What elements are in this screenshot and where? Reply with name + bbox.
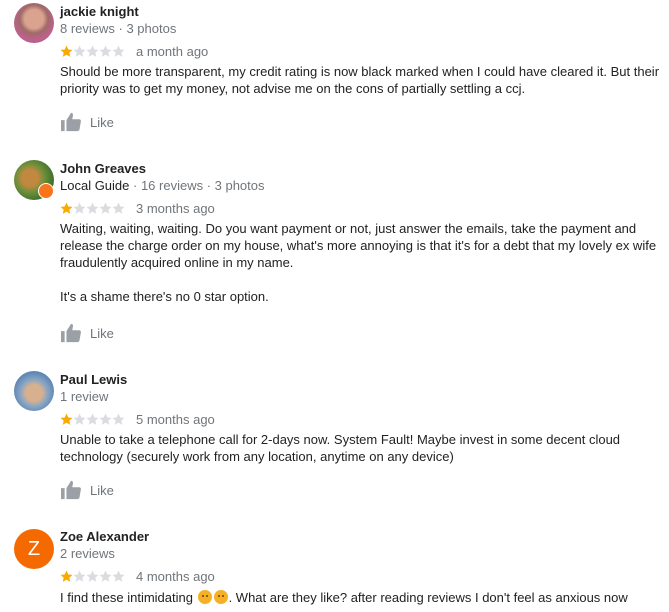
reviewer-name[interactable]: jackie knight [60, 4, 139, 20]
reviewer-meta: 8 reviews · 3 photos [60, 21, 177, 36]
thumbs-up-icon [61, 112, 81, 132]
review-paragraph: Should be more transparent, my credit ra… [60, 64, 660, 96]
reviewer-name[interactable]: John Greaves [60, 161, 146, 177]
star-rating [60, 45, 125, 59]
reviewer-name[interactable]: Paul Lewis [60, 372, 127, 388]
reviewer-meta: Local Guide · 16 reviews · 3 photos [60, 178, 265, 194]
star-rating [60, 413, 125, 427]
star-empty-icon [73, 45, 86, 57]
review-paragraph: Waiting, waiting, waiting. Do you want p… [60, 221, 657, 270]
review-text-part: . What are they like? after reading revi… [228, 590, 628, 605]
review-text-part: I find these intimidating [60, 590, 197, 605]
review-text: Should be more transparent, my credit ra… [60, 63, 665, 97]
reviewer-meta: 2 reviews [60, 546, 115, 561]
like-button[interactable]: Like [60, 480, 114, 500]
star-empty-icon [86, 202, 99, 214]
sad-face-emoji-icon [213, 590, 228, 604]
review-paragraph: I find these intimidating . What are the… [60, 589, 665, 606]
local-guide-label: Local Guide [60, 178, 130, 193]
review-date: a month ago [136, 44, 209, 59]
star-filled-icon [60, 202, 73, 214]
star-empty-icon [73, 570, 86, 582]
like-label: Like [90, 325, 114, 341]
star-rating [60, 570, 125, 584]
like-button[interactable]: Like [60, 112, 114, 132]
star-filled-icon [60, 45, 73, 57]
star-empty-icon [112, 413, 125, 425]
like-label: Like [90, 114, 114, 130]
local-guide-badge-icon [38, 183, 54, 199]
review-date: 3 months ago [136, 201, 215, 216]
sad-face-emoji-icon [197, 590, 212, 604]
reviewer-meta: 1 review [60, 389, 109, 404]
review-date: 4 months ago [136, 569, 215, 584]
avatar-letter: Z [27, 537, 41, 560]
star-empty-icon [112, 570, 125, 582]
star-empty-icon [73, 202, 86, 214]
star-empty-icon [99, 45, 112, 57]
reviewer-name[interactable]: Zoe Alexander [60, 529, 149, 545]
review-paragraph: It's a shame there's no 0 star option. [60, 289, 269, 304]
star-empty-icon [99, 413, 112, 425]
review-text: Unable to take a telephone call for 2-da… [60, 431, 665, 465]
star-filled-icon [60, 413, 73, 425]
like-button[interactable]: Like [60, 323, 114, 343]
star-empty-icon [73, 413, 86, 425]
star-empty-icon [112, 202, 125, 214]
review-text: Waiting, waiting, waiting. Do you want p… [60, 220, 665, 305]
like-label: Like [90, 482, 114, 498]
review-paragraph: Unable to take a telephone call for 2-da… [60, 432, 621, 464]
star-empty-icon [99, 570, 112, 582]
review-text: I find these intimidating . What are the… [60, 589, 665, 606]
thumbs-up-icon [61, 480, 81, 500]
star-empty-icon [86, 413, 99, 425]
thumbs-up-icon [61, 323, 81, 343]
star-empty-icon [112, 45, 125, 57]
star-empty-icon [99, 202, 112, 214]
review-date: 5 months ago [136, 412, 215, 427]
avatar[interactable] [14, 3, 54, 43]
star-empty-icon [86, 570, 99, 582]
star-rating [60, 202, 125, 216]
star-filled-icon [60, 570, 73, 582]
star-empty-icon [86, 45, 99, 57]
reviewer-stats: · 16 reviews · 3 photos [129, 178, 265, 193]
avatar[interactable] [14, 371, 54, 411]
avatar[interactable]: Z [14, 529, 54, 569]
